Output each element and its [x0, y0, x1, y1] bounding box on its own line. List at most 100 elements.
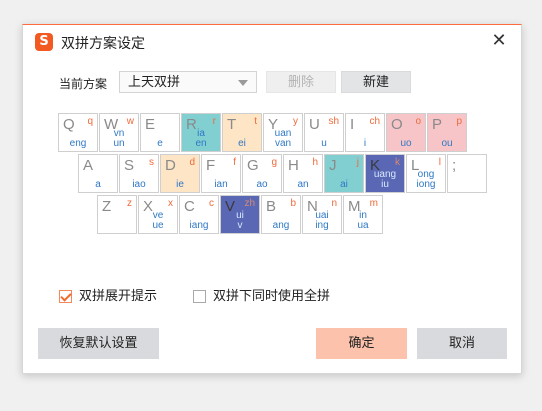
key-x[interactable]: Xx ve ue [138, 195, 178, 234]
key-w[interactable]: Ww vn un [99, 113, 139, 152]
key-yunmu: ang [272, 220, 290, 231]
key-yunmu: ao [256, 179, 268, 190]
key-h[interactable]: Hh an [283, 154, 323, 193]
key-shengmu: zh [244, 198, 255, 209]
key-shengmu: z [127, 198, 132, 209]
key-yunmu: uang iu [373, 169, 397, 190]
key-yunmu: iang [189, 220, 209, 231]
key-shengmu: o [415, 116, 421, 127]
key-shengmu: g [271, 157, 277, 168]
cancel-button[interactable]: 取消 [417, 328, 507, 359]
key-yunmu: ong iong [416, 169, 436, 190]
key-shengmu: b [290, 198, 296, 209]
key-letter: A [83, 157, 94, 174]
key-f[interactable]: Ff ian [201, 154, 241, 193]
key-shengmu: n [331, 198, 337, 209]
key-yunmu: ie [176, 179, 184, 190]
key-m[interactable]: Mm in ua [343, 195, 383, 234]
key-semicolon[interactable]: ; [447, 154, 487, 193]
key-shengmu: r [212, 116, 216, 127]
key-letter: B [266, 198, 277, 215]
key-letter: H [288, 157, 299, 174]
key-shengmu: sh [328, 116, 339, 127]
key-yunmu: vn un [113, 128, 125, 149]
key-shengmu: p [456, 116, 462, 127]
key-shengmu: w [126, 116, 134, 127]
key-shengmu: q [87, 116, 93, 127]
key-yunmu: ou [441, 138, 453, 149]
key-yunmu: in ua [357, 210, 369, 231]
key-t[interactable]: Tt ei [222, 113, 262, 152]
restore-defaults-button[interactable]: 恢复默认设置 [38, 328, 159, 359]
key-shengmu: k [395, 157, 400, 168]
key-yunmu: uan van [274, 128, 292, 149]
key-j[interactable]: Jj ai [324, 154, 364, 193]
key-letter: T [227, 116, 237, 133]
key-yunmu: eng [69, 138, 87, 149]
key-e[interactable]: Ee [140, 113, 180, 152]
key-shengmu: x [168, 198, 173, 209]
key-shengmu: f [233, 157, 236, 168]
key-o[interactable]: Oo uo [386, 113, 426, 152]
key-shengmu: ch [369, 116, 380, 127]
key-shengmu: m [369, 198, 378, 209]
allow-full-pinyin-label: 双拼下同时使用全拼 [213, 289, 331, 304]
key-shengmu: c [209, 198, 214, 209]
key-g[interactable]: Gg ao [242, 154, 282, 193]
key-a[interactable]: Aa [78, 154, 118, 193]
key-letter: F [206, 157, 216, 174]
key-yunmu: e [157, 138, 163, 149]
allow-full-pinyin-checkbox[interactable] [193, 290, 206, 303]
key-yunmu: ai [340, 179, 348, 190]
key-l[interactable]: Ll ong iong [406, 154, 446, 193]
key-yunmu: iao [132, 179, 146, 190]
key-shengmu: h [312, 157, 318, 168]
key-letter: G [247, 157, 259, 174]
key-shengmu: d [189, 157, 195, 168]
expand-hint-label: 双拼展开提示 [79, 289, 158, 304]
key-s[interactable]: Ss iao [119, 154, 159, 193]
key-letter: U [309, 116, 320, 133]
key-shengmu: s [149, 157, 154, 168]
key-c[interactable]: Cc iang [179, 195, 219, 234]
key-z[interactable]: Zz [97, 195, 137, 234]
key-letter: J [329, 157, 337, 174]
key-yunmu: ui v [236, 210, 244, 231]
key-yunmu: u [321, 138, 327, 149]
key-d[interactable]: Dd ie [160, 154, 200, 193]
key-shengmu: l [438, 157, 441, 168]
key-letter: O [391, 116, 403, 133]
key-yunmu: i [363, 138, 367, 149]
key-yunmu: an [297, 179, 309, 190]
key-letter: E [145, 116, 156, 133]
key-shengmu: y [293, 116, 298, 127]
key-i[interactable]: Ich i [345, 113, 385, 152]
key-k[interactable]: Kk uang iu [365, 154, 405, 193]
key-letter: Q [63, 116, 75, 133]
key-r[interactable]: Rr ia en [181, 113, 221, 152]
key-p[interactable]: Pp ou [427, 113, 467, 152]
key-shengmu: t [254, 116, 257, 127]
key-shengmu: j [356, 157, 359, 168]
key-letter: D [165, 157, 176, 174]
key-letter: Z [102, 198, 112, 215]
key-letter: I [350, 116, 355, 133]
key-u[interactable]: Ush u [304, 113, 344, 152]
shuangpin-settings-dialog: S 双拼方案设定 ✕ 当前方案 上天双拼 删除 新建 Qq eng Ww vn un E… [22, 24, 522, 374]
key-letter: C [184, 198, 195, 215]
key-yunmu: uai ing [315, 210, 329, 231]
key-letter: S [124, 157, 135, 174]
expand-hint-checkbox[interactable] [59, 290, 72, 303]
key-yunmu: ian [214, 179, 228, 190]
key-yunmu: ei [238, 138, 246, 149]
key-b[interactable]: Bb ang [261, 195, 301, 234]
key-letter: P [432, 116, 443, 133]
key-q[interactable]: Qq eng [58, 113, 98, 152]
keyboard-layout: Qq eng Ww vn un Ee Rr ia en Tt ei Yy uan van Ush u Ic… [23, 25, 521, 234]
key-y[interactable]: Yy uan van [263, 113, 303, 152]
key-v[interactable]: Vzh ui v [220, 195, 260, 234]
key-n[interactable]: Nn uai ing [302, 195, 342, 234]
key-letter: ; [452, 157, 457, 174]
key-yunmu: ve ue [152, 210, 164, 231]
ok-button[interactable]: 确定 [316, 328, 407, 359]
